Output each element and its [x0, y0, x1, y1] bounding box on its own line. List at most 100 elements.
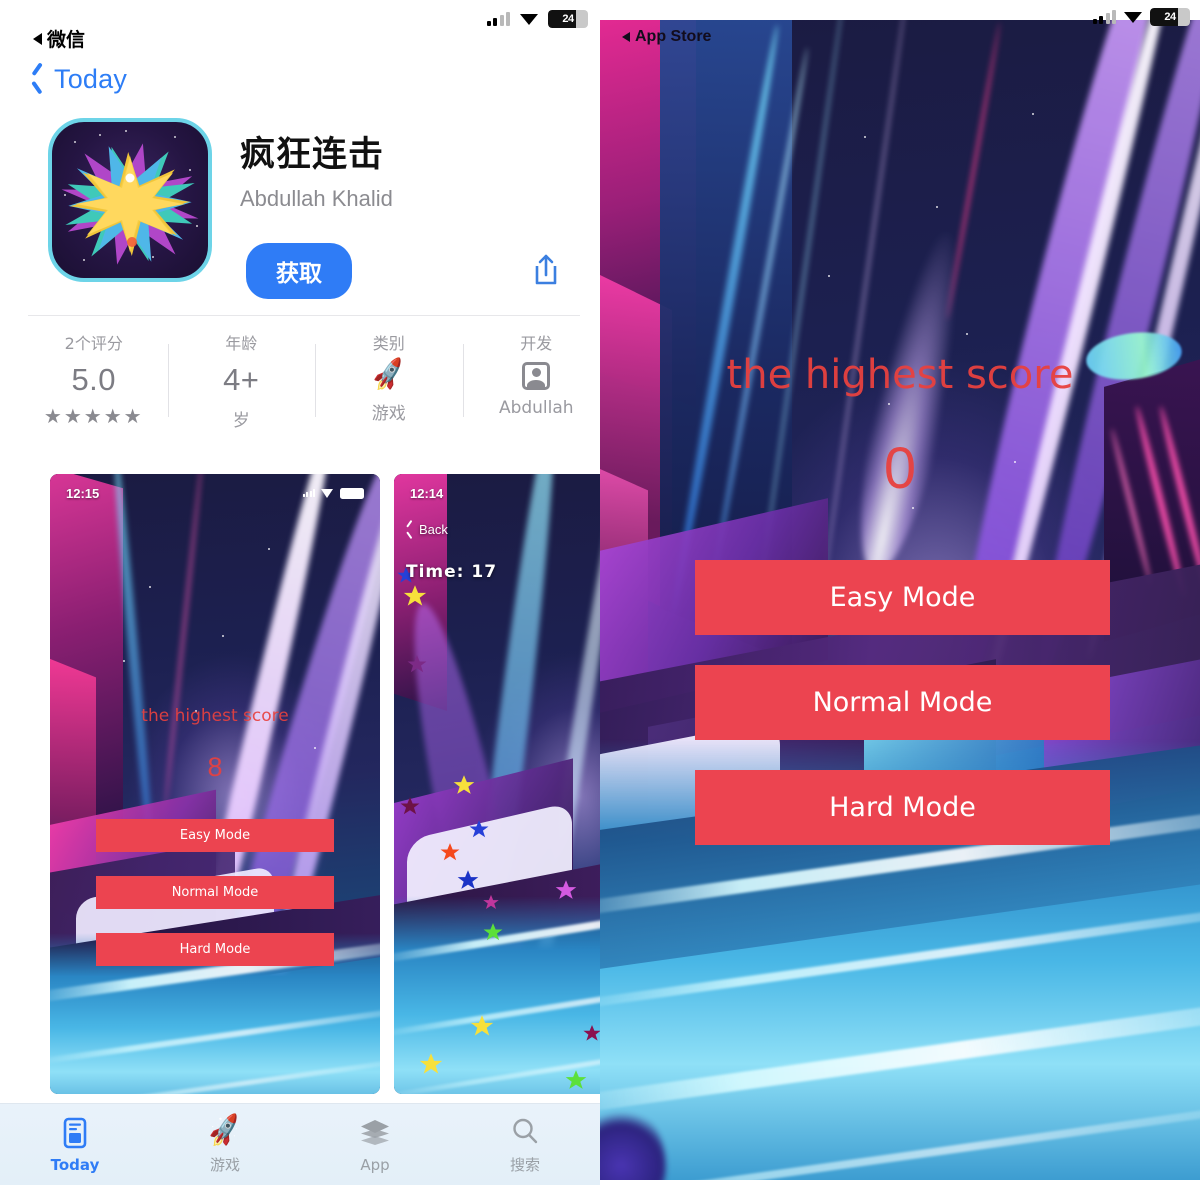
- rating-value: 5.0: [71, 362, 117, 397]
- game-star-yellow: [453, 775, 475, 794]
- category-value: 游戏: [371, 404, 406, 424]
- wifi-icon: [520, 13, 538, 26]
- thumb-status-bar: 12:15: [50, 480, 380, 506]
- info-cell-category[interactable]: 类别 🚀 游戏: [315, 330, 463, 431]
- app-info-row: 2个评分 5.0 ★★★★★ 年龄 4+ 岁 类别 🚀 游戏 开发 Abdull…: [20, 330, 600, 431]
- battery-icon: [340, 487, 364, 499]
- game-star-orange: [440, 843, 460, 861]
- info-cell-rating[interactable]: 2个评分 5.0 ★★★★★: [20, 330, 168, 431]
- developer-label: 开发: [520, 334, 553, 353]
- thumb-status-bar: 12:14: [394, 480, 600, 506]
- game-star-violet: [555, 880, 577, 899]
- age-label: 年龄: [225, 334, 258, 353]
- highest-score-label: the highest score: [726, 352, 1074, 398]
- mode-button-group: Easy Mode Normal Mode Hard Mode: [695, 560, 1110, 875]
- tab-search[interactable]: 搜索: [450, 1114, 600, 1175]
- thumb-timer-label: Time: 17: [406, 562, 498, 582]
- rating-count-label: 2个评分: [64, 334, 123, 353]
- thumb-normal-mode-button[interactable]: Normal Mode: [96, 876, 334, 909]
- thumb-mode-buttons: Easy Mode Normal Mode Hard Mode: [96, 819, 334, 990]
- person-card-icon: [522, 362, 551, 390]
- developer-value: Abdullah: [498, 398, 574, 418]
- header-divider: [28, 315, 580, 316]
- tab-apps-label: App: [360, 1155, 390, 1174]
- tab-today[interactable]: Today: [0, 1116, 150, 1174]
- return-app-label: App Store: [635, 28, 712, 45]
- app-developer: Abdullah Khalid: [240, 186, 393, 211]
- thumb-back-label: Back: [419, 522, 448, 537]
- ios-status-bar: 24: [600, 0, 1200, 28]
- thumb-hard-mode-button[interactable]: Hard Mode: [96, 933, 334, 966]
- game-star-green: [565, 1070, 587, 1089]
- tab-today-label: Today: [50, 1155, 100, 1174]
- status-bar-indicators: 24: [1092, 8, 1190, 26]
- app-title: 疯狂连击: [240, 135, 385, 175]
- today-document-icon: [0, 1116, 150, 1150]
- game-star-yellow: [419, 1053, 443, 1074]
- wifi-icon: [1124, 11, 1142, 24]
- battery-percent-label: 24: [1164, 11, 1176, 23]
- app-store-panel: 微信 24 Today 疯狂连击 Abdullah Khalid 获取 2个评分…: [0, 0, 600, 1200]
- thumb-highest-score-value: 8: [207, 752, 223, 782]
- hard-mode-button[interactable]: Hard Mode: [695, 770, 1110, 845]
- gold-star-burst-icon: [61, 143, 199, 265]
- age-value: 4+: [223, 362, 260, 397]
- battery-icon: 24: [1150, 8, 1190, 26]
- game-star-purple: [407, 655, 427, 673]
- stack-layers-icon: [300, 1116, 450, 1150]
- app-store-tabbar: Today 🚀 游戏 App 搜索: [0, 1103, 600, 1185]
- thumb-easy-mode-button[interactable]: Easy Mode: [96, 819, 334, 852]
- game-panel: the highest score 0 Easy Mode Normal Mod…: [600, 0, 1200, 1200]
- game-star-magenta: [483, 894, 499, 909]
- screenshot-stage: 微信 24 Today 疯狂连击 Abdullah Khalid 获取 2个评分…: [0, 0, 1200, 1200]
- get-app-button[interactable]: 获取: [246, 243, 352, 299]
- search-icon: [450, 1114, 600, 1148]
- return-app-label: 微信: [47, 30, 86, 51]
- rating-stars: ★★★★★: [43, 406, 144, 428]
- back-triangle-icon: [33, 32, 42, 45]
- tab-apps[interactable]: App: [300, 1116, 450, 1174]
- info-cell-age[interactable]: 年龄 4+ 岁: [167, 330, 316, 431]
- signal-strength-icon: [486, 12, 510, 26]
- info-cell-developer[interactable]: 开发 Abdullah: [462, 330, 601, 431]
- game-star-yellow: [403, 585, 427, 606]
- signal-strength-icon: [1092, 10, 1116, 24]
- thumb-time: 12:15: [66, 485, 100, 501]
- game-star-blue: [469, 820, 489, 838]
- game-art-background: [50, 474, 380, 1094]
- age-unit: 岁: [232, 411, 250, 431]
- game-canvas: the highest score 0 Easy Mode Normal Mod…: [600, 20, 1200, 1180]
- app-icon[interactable]: [48, 118, 212, 282]
- return-to-app-store-chip[interactable]: App Store: [622, 28, 711, 46]
- tab-games-label: 游戏: [209, 1156, 240, 1174]
- chevron-left-icon: [30, 67, 45, 93]
- return-to-wechat-chip[interactable]: 微信: [33, 25, 85, 52]
- status-bar-indicators: 24: [486, 10, 588, 28]
- tab-search-label: 搜索: [509, 1156, 540, 1174]
- rocket-icon: 🚀: [369, 356, 409, 394]
- normal-mode-button[interactable]: Normal Mode: [695, 665, 1110, 740]
- game-star-green: [483, 923, 503, 941]
- screenshot-thumb-menu[interactable]: 12:15 the highest score 8 Easy Mode Norm…: [50, 474, 380, 1094]
- wifi-icon: [321, 488, 334, 498]
- game-star-maroon: [583, 1025, 600, 1041]
- screenshot-thumb-gameplay[interactable]: 12:14 Back Time: 17: [394, 474, 600, 1094]
- screenshot-strip[interactable]: 12:15 the highest score 8 Easy Mode Norm…: [50, 474, 600, 1094]
- app-action-row: 获取: [246, 243, 566, 299]
- ios-status-bar: 微信 24: [0, 0, 600, 51]
- tab-games[interactable]: 🚀 游戏: [150, 1112, 300, 1175]
- game-star-yellow: [470, 1015, 494, 1036]
- chevron-left-icon: [406, 523, 414, 537]
- rocket-icon: 🚀: [205, 1112, 245, 1150]
- back-triangle-icon: [622, 32, 630, 42]
- battery-icon: 24: [548, 10, 588, 28]
- easy-mode-button[interactable]: Easy Mode: [695, 560, 1110, 635]
- highest-score-value: 0: [883, 436, 917, 501]
- thumb-back-button[interactable]: Back: [406, 522, 448, 537]
- share-button[interactable]: [526, 249, 566, 293]
- nav-back-today[interactable]: Today: [30, 64, 127, 95]
- game-star-maroon: [400, 797, 420, 815]
- signal-strength-icon: [302, 489, 315, 497]
- thumb-time: 12:14: [410, 485, 444, 501]
- thumb-highest-score-label: the highest score: [141, 706, 289, 726]
